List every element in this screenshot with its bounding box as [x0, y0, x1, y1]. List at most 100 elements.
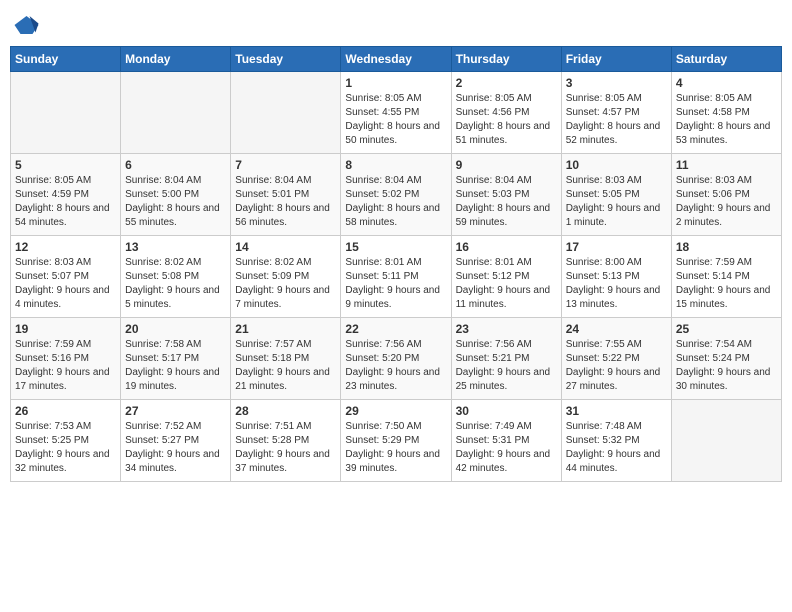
day-header-saturday: Saturday	[671, 47, 781, 72]
day-number: 15	[345, 240, 446, 254]
calendar-cell: 22Sunrise: 7:56 AM Sunset: 5:20 PM Dayli…	[341, 318, 451, 400]
day-number: 9	[456, 158, 557, 172]
calendar-cell	[231, 72, 341, 154]
day-number: 3	[566, 76, 667, 90]
day-number: 20	[125, 322, 226, 336]
page-header	[10, 10, 782, 40]
calendar-cell: 25 Sunrise: 7:54 AM Sunset: 5:24 PM Dayli…	[671, 318, 781, 400]
day-info: Sunrise: 8:05 AM Sunset: 4:57 PM Dayligh…	[566, 92, 667, 148]
calendar-cell	[11, 72, 121, 154]
day-number: 19	[15, 322, 116, 336]
calendar-cell: 8 Sunrise: 8:04 AM Sunset: 5:02 PM Daylig…	[341, 154, 451, 236]
calendar-cell: 27 Sunrise: 7:52 AM Sunset: 5:27 PM Dayli…	[121, 400, 231, 482]
calendar-cell: 21 Sunrise: 7:57 AM Sunset: 5:18 PM Dayli…	[231, 318, 341, 400]
day-number: 23	[456, 322, 557, 336]
day-info: Sunrise: 8:03 AM Sunset: 5:05 PM Dayligh…	[566, 174, 667, 230]
day-number: 27	[125, 404, 226, 418]
day-info: Sunrise: 8:05 AM Sunset: 4:55 PM Dayligh…	[345, 92, 446, 148]
week-row-1: 1 Sunrise: 8:05 AM Sunset: 4:55 PM Daylig…	[11, 72, 782, 154]
day-info: Sunrise: 8:03 AM Sunset: 5:07 PM Dayligh…	[15, 256, 116, 312]
day-number: 18	[676, 240, 777, 254]
day-number: 7	[235, 158, 336, 172]
calendar-cell: 1 Sunrise: 8:05 AM Sunset: 4:55 PM Daylig…	[341, 72, 451, 154]
calendar-cell: 5 Sunrise: 8:05 AM Sunset: 4:59 PM Daylig…	[11, 154, 121, 236]
day-info: Sunrise: 8:01 AM Sunset: 5:11 PM Dayligh…	[345, 256, 446, 312]
calendar-cell: 12 Sunrise: 8:03 AM Sunset: 5:07 PM Dayli…	[11, 236, 121, 318]
calendar-cell: 19 Sunrise: 7:59 AM Sunset: 5:16 PM Dayli…	[11, 318, 121, 400]
day-number: 11	[676, 158, 777, 172]
day-number: 8	[345, 158, 446, 172]
day-header-wednesday: Wednesday	[341, 47, 451, 72]
day-number: 2	[456, 76, 557, 90]
day-info: Sunrise: 8:04 AM Sunset: 5:01 PM Dayligh…	[235, 174, 336, 230]
week-row-5: 26Sunrise: 7:53 AM Sunset: 5:25 PM Dayli…	[11, 400, 782, 482]
week-row-2: 5 Sunrise: 8:05 AM Sunset: 4:59 PM Daylig…	[11, 154, 782, 236]
day-number: 12	[15, 240, 116, 254]
day-number: 1	[345, 76, 446, 90]
logo	[10, 10, 44, 40]
calendar-cell: 31 Sunrise: 7:48 AM Sunset: 5:32 PM Dayli…	[561, 400, 671, 482]
day-info: Sunrise: 7:55 AM Sunset: 5:22 PM Dayligh…	[566, 338, 667, 394]
day-info: Sunrise: 8:02 AM Sunset: 5:08 PM Dayligh…	[125, 256, 226, 312]
day-number: 31	[566, 404, 667, 418]
day-info: Sunrise: 8:03 AM Sunset: 5:06 PM Dayligh…	[676, 174, 777, 230]
calendar-cell: 15 Sunrise: 8:01 AM Sunset: 5:11 PM Dayli…	[341, 236, 451, 318]
day-info: Sunrise: 7:56 AM Sunset: 5:21 PM Dayligh…	[456, 338, 557, 394]
calendar-cell: 30 Sunrise: 7:49 AM Sunset: 5:31 PM Dayli…	[451, 400, 561, 482]
week-row-4: 19 Sunrise: 7:59 AM Sunset: 5:16 PM Dayli…	[11, 318, 782, 400]
day-number: 17	[566, 240, 667, 254]
day-info: Sunrise: 7:59 AM Sunset: 5:16 PM Dayligh…	[15, 338, 116, 394]
day-number: 25	[676, 322, 777, 336]
day-info: Sunrise: 7:56 AM Sunset: 5:20 PM Dayligh…	[345, 338, 446, 394]
calendar-cell	[121, 72, 231, 154]
calendar-cell: 20 Sunrise: 7:58 AM Sunset: 5:17 PM Dayli…	[121, 318, 231, 400]
day-info: Sunrise: 7:50 AM Sunset: 5:29 PM Dayligh…	[345, 420, 446, 476]
logo-icon	[10, 10, 40, 40]
day-info: Sunrise: 8:04 AM Sunset: 5:02 PM Dayligh…	[345, 174, 446, 230]
calendar-cell: 24 Sunrise: 7:55 AM Sunset: 5:22 PM Dayli…	[561, 318, 671, 400]
calendar-cell: 10 Sunrise: 8:03 AM Sunset: 5:05 PM Dayli…	[561, 154, 671, 236]
day-number: 16	[456, 240, 557, 254]
day-info: Sunrise: 8:05 AM Sunset: 4:59 PM Dayligh…	[15, 174, 116, 230]
day-info: Sunrise: 8:00 AM Sunset: 5:13 PM Dayligh…	[566, 256, 667, 312]
day-number: 10	[566, 158, 667, 172]
day-number: 21	[235, 322, 336, 336]
day-info: Sunrise: 7:51 AM Sunset: 5:28 PM Dayligh…	[235, 420, 336, 476]
day-number: 6	[125, 158, 226, 172]
day-header-sunday: Sunday	[11, 47, 121, 72]
day-number: 29	[345, 404, 446, 418]
calendar-cell: 6Sunrise: 8:04 AM Sunset: 5:00 PM Daylig…	[121, 154, 231, 236]
calendar-cell: 4Sunrise: 8:05 AM Sunset: 4:58 PM Daylig…	[671, 72, 781, 154]
calendar-cell: 3 Sunrise: 8:05 AM Sunset: 4:57 PM Daylig…	[561, 72, 671, 154]
day-info: Sunrise: 7:58 AM Sunset: 5:17 PM Dayligh…	[125, 338, 226, 394]
day-number: 30	[456, 404, 557, 418]
week-row-3: 12 Sunrise: 8:03 AM Sunset: 5:07 PM Dayli…	[11, 236, 782, 318]
calendar-cell: 2Sunrise: 8:05 AM Sunset: 4:56 PM Daylig…	[451, 72, 561, 154]
day-info: Sunrise: 7:49 AM Sunset: 5:31 PM Dayligh…	[456, 420, 557, 476]
calendar-cell: 28Sunrise: 7:51 AM Sunset: 5:28 PM Dayli…	[231, 400, 341, 482]
day-number: 5	[15, 158, 116, 172]
day-info: Sunrise: 7:48 AM Sunset: 5:32 PM Dayligh…	[566, 420, 667, 476]
day-header-monday: Monday	[121, 47, 231, 72]
calendar-cell: 29 Sunrise: 7:50 AM Sunset: 5:29 PM Dayli…	[341, 400, 451, 482]
calendar-cell: 9Sunrise: 8:04 AM Sunset: 5:03 PM Daylig…	[451, 154, 561, 236]
day-info: Sunrise: 7:53 AM Sunset: 5:25 PM Dayligh…	[15, 420, 116, 476]
day-info: Sunrise: 7:59 AM Sunset: 5:14 PM Dayligh…	[676, 256, 777, 312]
day-info: Sunrise: 8:05 AM Sunset: 4:58 PM Dayligh…	[676, 92, 777, 148]
calendar-cell: 14Sunrise: 8:02 AM Sunset: 5:09 PM Dayli…	[231, 236, 341, 318]
day-header-thursday: Thursday	[451, 47, 561, 72]
day-info: Sunrise: 8:02 AM Sunset: 5:09 PM Dayligh…	[235, 256, 336, 312]
calendar-cell: 13 Sunrise: 8:02 AM Sunset: 5:08 PM Dayli…	[121, 236, 231, 318]
calendar-cell: 11 Sunrise: 8:03 AM Sunset: 5:06 PM Dayli…	[671, 154, 781, 236]
calendar-cell: 23 Sunrise: 7:56 AM Sunset: 5:21 PM Dayli…	[451, 318, 561, 400]
day-info: Sunrise: 8:01 AM Sunset: 5:12 PM Dayligh…	[456, 256, 557, 312]
day-info: Sunrise: 7:52 AM Sunset: 5:27 PM Dayligh…	[125, 420, 226, 476]
day-header-tuesday: Tuesday	[231, 47, 341, 72]
calendar-cell: 26Sunrise: 7:53 AM Sunset: 5:25 PM Dayli…	[11, 400, 121, 482]
calendar-cell: 16 Sunrise: 8:01 AM Sunset: 5:12 PM Dayli…	[451, 236, 561, 318]
day-number: 24	[566, 322, 667, 336]
day-info: Sunrise: 7:54 AM Sunset: 5:24 PM Dayligh…	[676, 338, 777, 394]
day-info: Sunrise: 7:57 AM Sunset: 5:18 PM Dayligh…	[235, 338, 336, 394]
day-number: 13	[125, 240, 226, 254]
calendar-cell	[671, 400, 781, 482]
